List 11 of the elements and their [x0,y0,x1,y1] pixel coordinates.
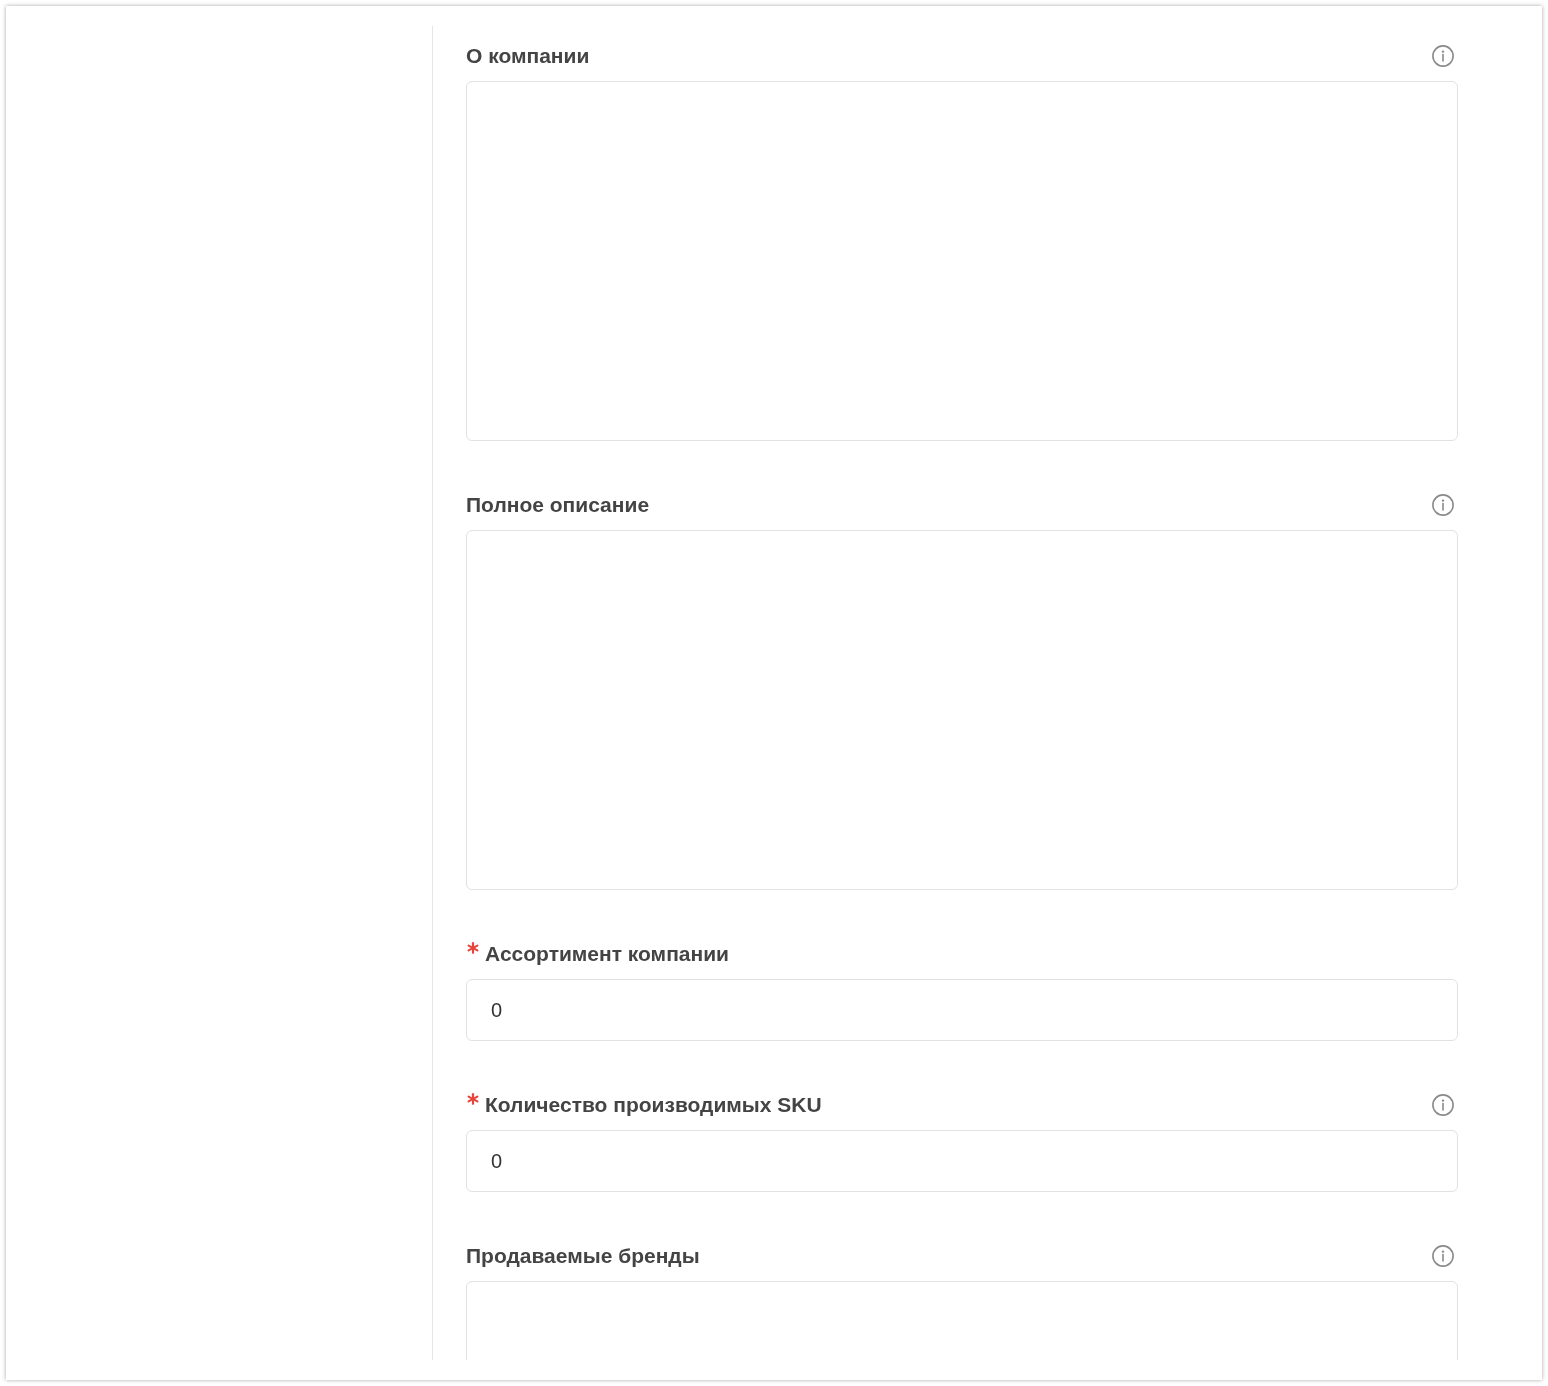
info-icon[interactable] [1432,1245,1454,1267]
field-label: Продаваемые бренды [466,1243,700,1269]
field-label: Полное описание [466,492,650,518]
info-icon[interactable] [1432,1094,1454,1116]
info-icon[interactable] [1432,494,1454,516]
field-label: О компании [466,43,590,69]
info-icon[interactable] [1432,45,1454,67]
field-label: Ассортимент компании [485,941,730,967]
field-label: Количество производимых SKU [485,1092,822,1118]
input-field[interactable]: 0 [466,1130,1458,1192]
input-field[interactable]: 0 [466,979,1458,1041]
